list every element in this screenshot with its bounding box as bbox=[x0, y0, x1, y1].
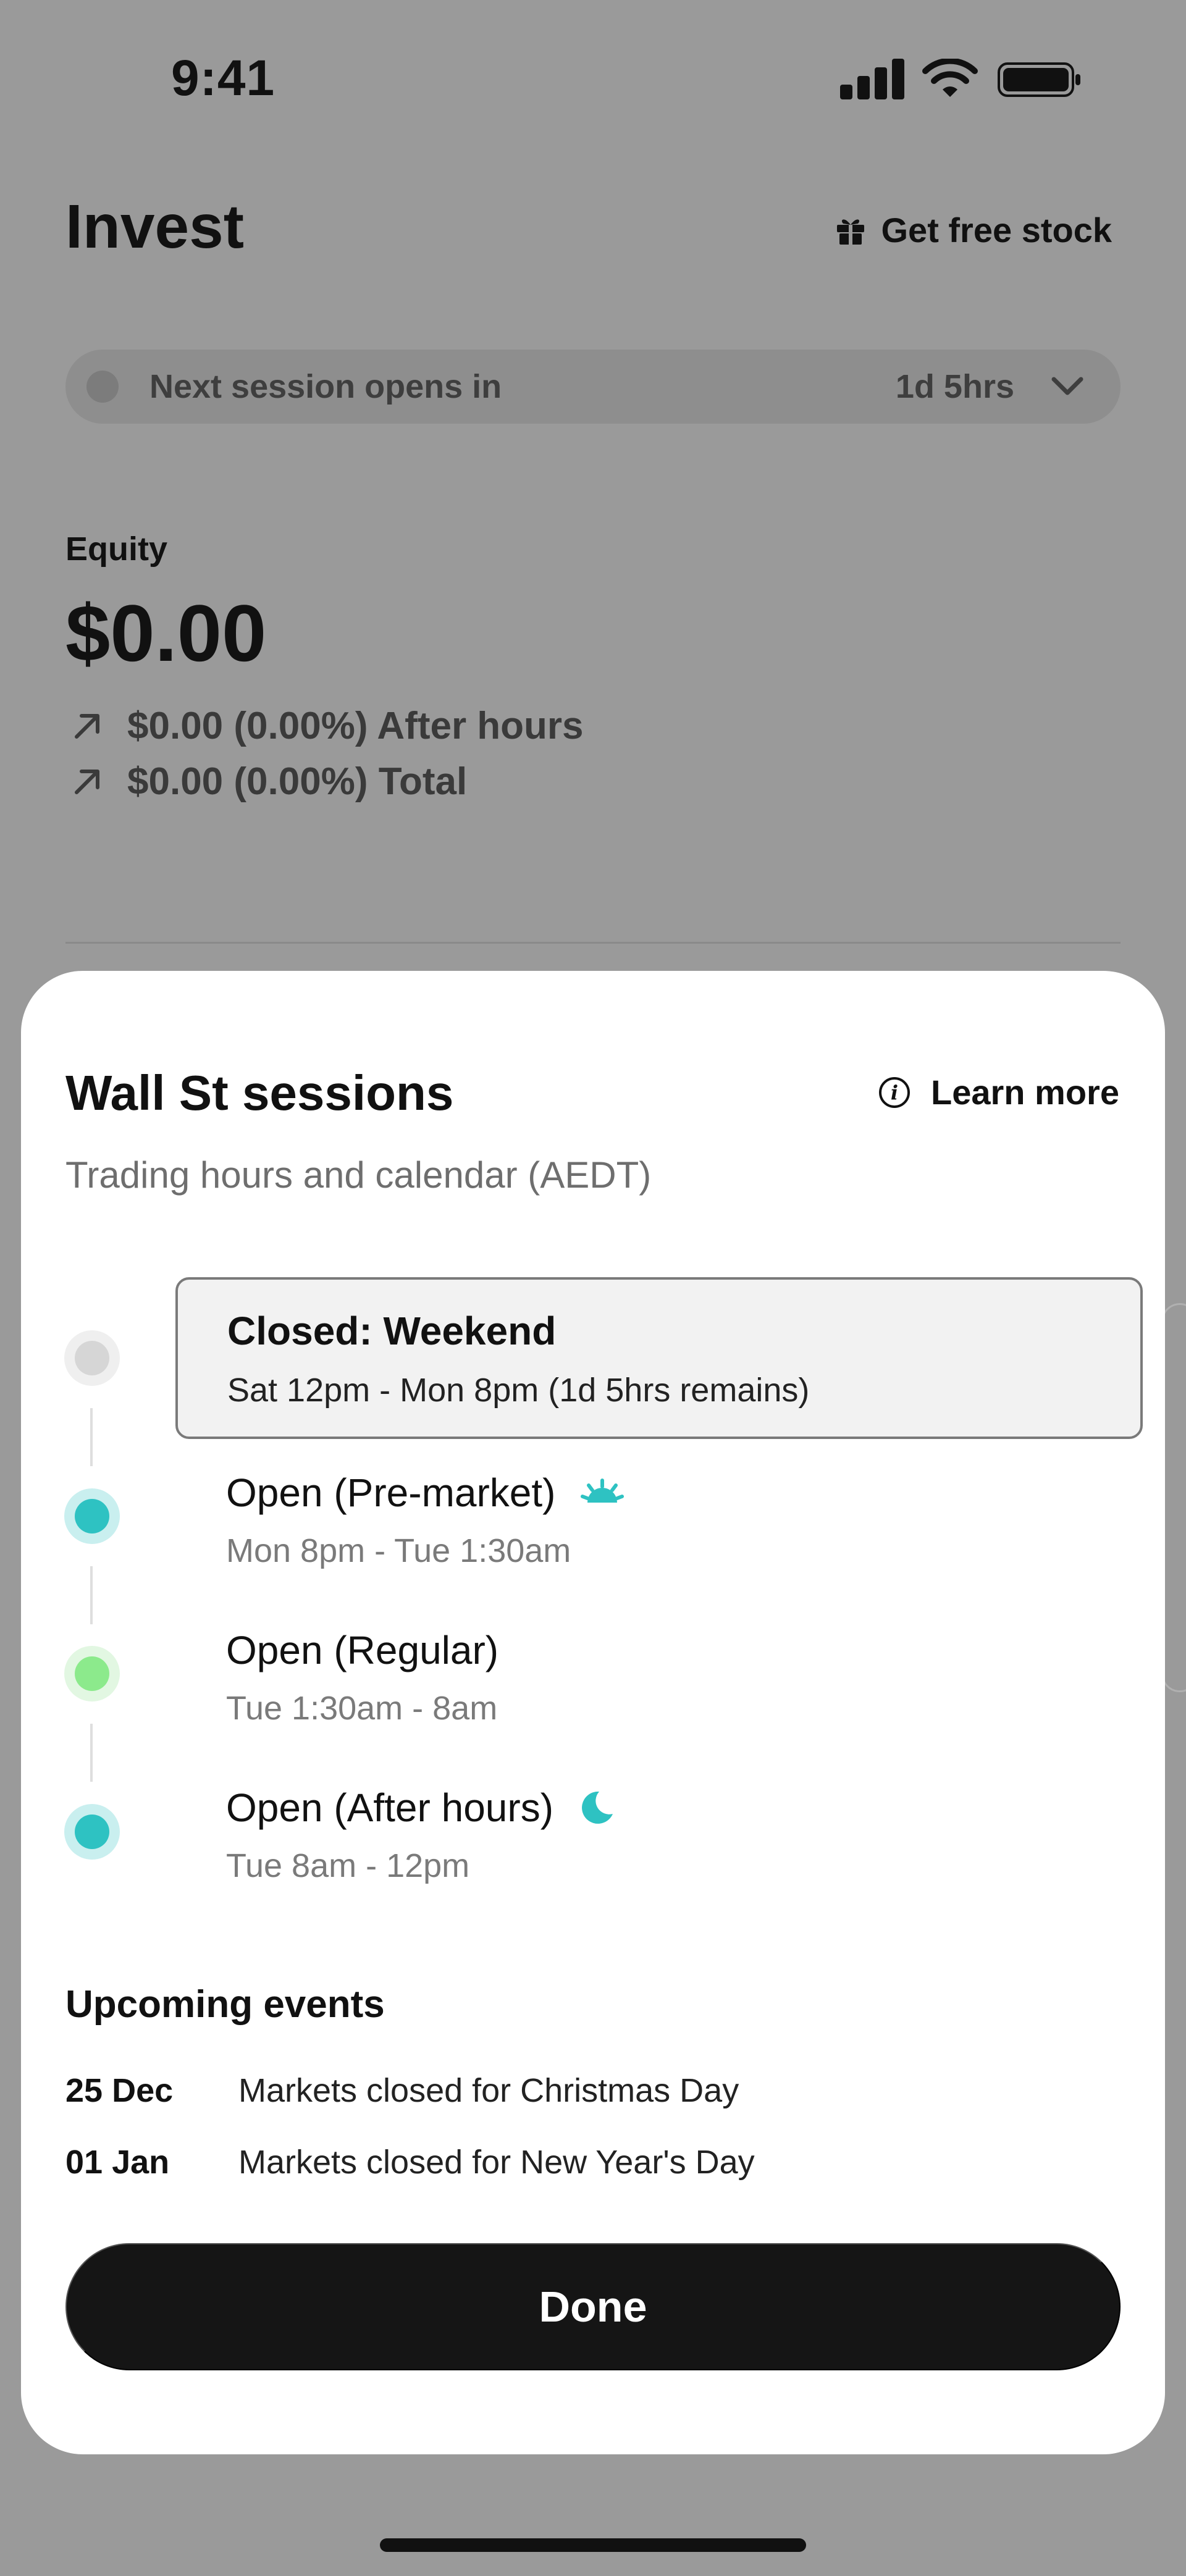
gift-icon bbox=[836, 219, 864, 245]
arrow-up-right-icon bbox=[75, 713, 99, 739]
page-title: Invest bbox=[65, 192, 245, 261]
status-icons bbox=[840, 59, 1087, 102]
event-text: Markets closed for Christmas Day bbox=[238, 2072, 739, 2109]
current-session-title: Closed: Weekend bbox=[227, 1309, 557, 1353]
timeline-dot-regular bbox=[64, 1646, 120, 1701]
session-time: Tue 8am - 12pm bbox=[226, 1847, 470, 1884]
sunrise-icon bbox=[581, 1479, 625, 1503]
session-time: Tue 1:30am - 8am bbox=[226, 1690, 498, 1727]
battery-icon bbox=[998, 62, 1080, 97]
learn-more-link[interactable]: i Learn more bbox=[879, 1072, 1119, 1112]
status-time: 9:41 bbox=[171, 50, 275, 106]
session-title: Open (Pre-market) bbox=[226, 1471, 556, 1515]
next-session-pill[interactable]: Next session opens in 1d 5hrs bbox=[65, 350, 1121, 424]
current-session-time: Sat 12pm - Mon 8pm (1d 5hrs remains) bbox=[227, 1372, 810, 1409]
session-label: Next session opens in bbox=[149, 368, 502, 405]
event-text: Markets closed for New Year's Day bbox=[238, 2144, 755, 2181]
moon-icon bbox=[582, 1791, 613, 1824]
timeline-connector bbox=[90, 1408, 93, 1466]
session-title: Open (After hours) bbox=[226, 1785, 553, 1830]
session-status-dot bbox=[86, 371, 119, 403]
equity-label: Equity bbox=[65, 531, 168, 568]
signal-icon bbox=[840, 59, 904, 99]
timeline-dot-after-hours bbox=[64, 1804, 120, 1860]
chevron-down-icon bbox=[1051, 377, 1083, 395]
timeline-connector bbox=[90, 1566, 93, 1624]
session-countdown: 1d 5hrs bbox=[895, 368, 1014, 405]
session-after-hours: Open (After hours) Tue 8am - 12pm bbox=[226, 1785, 615, 1885]
timeline-connector bbox=[90, 1724, 93, 1782]
done-button[interactable]: Done bbox=[65, 2243, 1121, 2370]
event-row: 01 Jan Markets closed for New Year's Day bbox=[65, 2143, 755, 2181]
total-gain: $0.00 (0.00%) Total bbox=[72, 760, 467, 803]
event-row: 25 Dec Markets closed for Christmas Day bbox=[65, 2071, 739, 2110]
info-icon: i bbox=[879, 1076, 910, 1108]
current-session-card: Closed: Weekend Sat 12pm - Mon 8pm (1d 5… bbox=[175, 1277, 1143, 1439]
event-date: 25 Dec bbox=[65, 2072, 174, 2109]
background-card-edge bbox=[1161, 1303, 1186, 1692]
get-free-stock-label: Get free stock bbox=[881, 211, 1112, 250]
session-title: Open (Regular) bbox=[226, 1628, 499, 1672]
timeline-dot-pre-market bbox=[64, 1488, 120, 1544]
total-gain-text: $0.00 (0.00%) Total bbox=[127, 760, 468, 803]
divider bbox=[65, 942, 1121, 944]
sheet-title: Wall St sessions bbox=[65, 1065, 454, 1120]
home-indicator[interactable] bbox=[380, 2538, 806, 2552]
session-pre-market: Open (Pre-market) Mon 8pm - Tue 1:30am bbox=[226, 1470, 625, 1570]
wifi-icon bbox=[922, 59, 978, 97]
learn-more-label: Learn more bbox=[931, 1073, 1119, 1112]
event-date: 01 Jan bbox=[65, 2144, 170, 2181]
wall-st-sessions-sheet: Wall St sessions i Learn more Trading ho… bbox=[21, 971, 1165, 2454]
upcoming-events-title: Upcoming events bbox=[65, 1983, 385, 2026]
timeline-dot-closed bbox=[64, 1330, 120, 1386]
arrow-up-right-icon bbox=[75, 769, 99, 794]
after-hours-gain-text: $0.00 (0.00%) After hours bbox=[127, 705, 584, 747]
get-free-stock-button[interactable]: Get free stock bbox=[836, 210, 1112, 250]
session-time: Mon 8pm - Tue 1:30am bbox=[226, 1532, 571, 1569]
equity-value: $0.00 bbox=[65, 588, 267, 678]
session-regular: Open (Regular) Tue 1:30am - 8am bbox=[226, 1627, 498, 1727]
after-hours-gain: $0.00 (0.00%) After hours bbox=[72, 704, 584, 748]
sheet-subtitle: Trading hours and calendar (AEDT) bbox=[65, 1154, 652, 1196]
